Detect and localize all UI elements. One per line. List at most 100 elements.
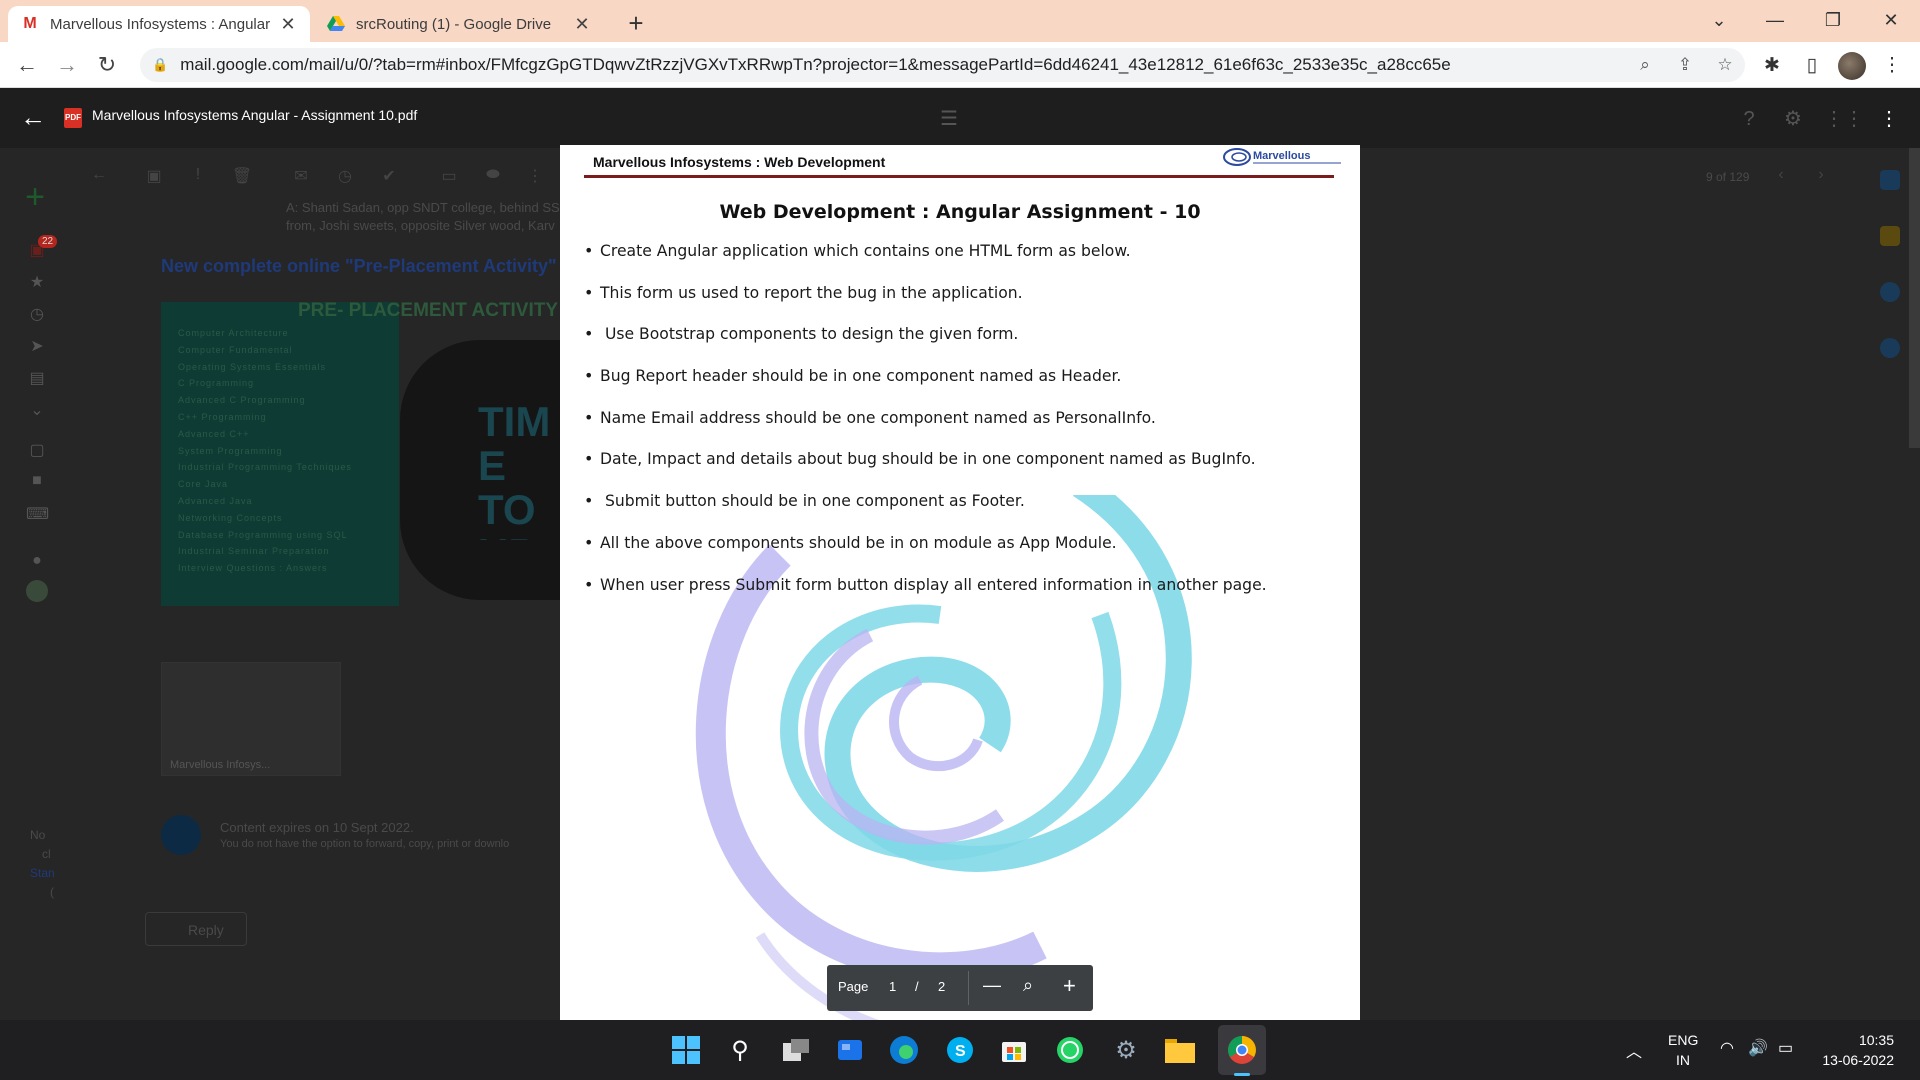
tab-search-icon[interactable]: ⌄ (1696, 4, 1742, 36)
minimize-button[interactable]: — (1752, 4, 1798, 36)
zoom-icon[interactable]: ⌕ (1023, 975, 1033, 996)
attachment-file-name: Marvellous Infosystems Angular - Assignm… (92, 107, 418, 123)
store-icon[interactable] (996, 1032, 1032, 1068)
back-arrow-icon[interactable]: ← (20, 102, 46, 133)
list-item: Create Angular application which contain… (584, 241, 1267, 283)
restore-button[interactable]: ❐ (1810, 4, 1856, 36)
google-drive-icon (326, 14, 346, 34)
wifi-icon[interactable]: ◠ (1720, 1038, 1734, 1058)
tab-gmail[interactable]: M Marvellous Infosystems : Angular ✕ (8, 6, 310, 42)
total-pages: 2 (938, 979, 946, 994)
forward-icon[interactable]: → (52, 50, 82, 80)
expires-note: You do not have the option to forward, c… (220, 838, 510, 850)
battery-icon[interactable]: ▭ (1778, 1038, 1793, 1058)
meet-icon: ▢ (29, 442, 45, 459)
back-icon[interactable]: ← (12, 50, 42, 80)
keyboard-icon: ⌨ (26, 506, 50, 523)
tasks-icon (1880, 282, 1900, 302)
add-task-icon: ✔ (382, 168, 396, 185)
calendar-icon (1880, 170, 1900, 190)
pdf-page-controls: Page 1 / 2 — ⌕ + (827, 965, 1093, 1011)
snooze-icon: ◷ (338, 168, 352, 185)
address-bar[interactable]: 🔒 mail.google.com/mail/u/0/?tab=rm#inbox… (140, 48, 1745, 82)
sent-icon: ➤ (30, 338, 44, 355)
url-text[interactable]: mail.google.com/mail/u/0/?tab=rm#inbox/F… (180, 55, 1625, 75)
whatsapp-icon[interactable] (1052, 1032, 1088, 1068)
scrollbar (1909, 148, 1920, 448)
gmail-icon: M (23, 15, 37, 32)
page-count: 9 of 129 (1706, 170, 1750, 184)
poster-heading: PRE- PLACEMENT ACTIVITY (298, 300, 559, 321)
clock-date[interactable]: 13-06-2022 (1816, 1052, 1894, 1068)
settings-icon: ⚙ (1784, 108, 1802, 130)
page-label: Page (838, 979, 869, 994)
list-item: Date, Impact and details about bug shoul… (584, 449, 1267, 491)
list-item: When user press Submit form button displ… (584, 575, 1267, 617)
side-panel-icon[interactable]: ▯ (1798, 52, 1826, 80)
zoom-in-button[interactable]: + (1063, 973, 1076, 999)
expire-icon (161, 815, 201, 855)
left-note: No cl Stan( (30, 828, 55, 899)
region-indicator[interactable]: IN (1676, 1052, 1690, 1068)
close-tab-icon[interactable]: ✕ (572, 14, 592, 35)
new-tab-button[interactable]: + (622, 8, 650, 39)
attachment-thumbnail: Marvellous Infosys... (161, 662, 341, 776)
assignment-bullets: Create Angular application which contain… (584, 241, 1267, 616)
help-icon: ? (1743, 108, 1755, 130)
browser-toolbar: ← → ↻ 🔒 mail.google.com/mail/u/0/?tab=rm… (0, 42, 1920, 88)
zoom-out-button[interactable]: — (983, 975, 1001, 996)
edge-icon[interactable] (886, 1032, 922, 1068)
user-avatar (26, 580, 48, 602)
file-explorer-icon[interactable] (1162, 1032, 1198, 1068)
poster-list: Computer Architecture Computer Fundamenta… (178, 328, 352, 574)
settings-gear-icon[interactable]: ⚙ (1108, 1032, 1144, 1068)
tray-overflow-icon[interactable]: ︿ (1626, 1038, 1642, 1062)
list-item: Bug Report header should be in one compo… (584, 366, 1267, 408)
snoozed-icon: ◷ (30, 306, 44, 323)
extensions-icon[interactable]: ✱ (1758, 52, 1786, 80)
menu-icon[interactable]: ⋮ (1878, 52, 1906, 80)
more-icon: ⋮ (527, 168, 543, 185)
list-item: Use Bootstrap components to design the g… (584, 324, 1267, 366)
widgets-icon[interactable] (832, 1032, 868, 1068)
tab-google-drive[interactable]: srcRouting (1) - Google Drive ✕ (314, 6, 604, 42)
more-options-icon[interactable]: ⋮ (1876, 106, 1902, 132)
close-window-button[interactable]: ✕ (1868, 4, 1914, 36)
volume-icon[interactable]: 🔊 (1748, 1038, 1768, 1058)
lock-icon[interactable]: 🔒 (152, 57, 168, 73)
marvellous-logo: Marvellous (1223, 147, 1343, 167)
skype-icon[interactable]: S (942, 1032, 978, 1068)
search-icon[interactable]: ⚲ (722, 1032, 758, 1068)
inbox-count-badge: 22 (38, 235, 58, 248)
report-spam-icon: ! (195, 166, 201, 183)
reply-button: Reply (145, 912, 247, 946)
list-item: This form us used to report the bug in t… (584, 283, 1267, 325)
zoom-icon[interactable]: ⌕ (1625, 55, 1665, 75)
attachment-viewer-bar: ← PDF Marvellous Infosystems Angular - A… (0, 88, 1920, 148)
language-indicator[interactable]: ENG (1668, 1032, 1698, 1048)
profile-avatar[interactable] (1838, 52, 1866, 80)
move-to-icon: ▭ (441, 168, 457, 185)
clock-time[interactable]: 10:35 (1824, 1032, 1894, 1048)
svg-text:Marvellous: Marvellous (1253, 150, 1310, 162)
reload-icon[interactable]: ↻ (92, 50, 122, 80)
chat-icon: ● (32, 552, 42, 569)
archive-icon: ▣ (146, 168, 162, 185)
chrome-icon[interactable] (1224, 1032, 1260, 1068)
more-chevron-icon: ⌄ (30, 402, 44, 419)
apps-grid-icon: ⋮⋮ (1824, 108, 1864, 130)
promo-link: New complete online "Pre-Placement Activ… (161, 256, 557, 276)
task-view-icon[interactable] (778, 1032, 814, 1068)
delete-icon: 🗑 (231, 168, 253, 185)
compose-icon: + (25, 178, 45, 216)
pdf-file-icon: PDF (64, 108, 82, 128)
windows-start-icon[interactable] (668, 1032, 704, 1068)
bookmark-star-icon[interactable]: ☆ (1705, 55, 1745, 75)
starred-icon: ★ (29, 274, 45, 291)
pdf-title: Web Development : Angular Assignment - 1… (719, 201, 1201, 223)
current-page[interactable]: 1 (889, 979, 896, 994)
list-item: Name Email address should be one compone… (584, 408, 1267, 450)
share-icon[interactable]: ⇪ (1665, 55, 1705, 75)
list-item: All the above components should be in on… (584, 533, 1267, 575)
close-tab-icon[interactable]: ✕ (278, 14, 298, 35)
